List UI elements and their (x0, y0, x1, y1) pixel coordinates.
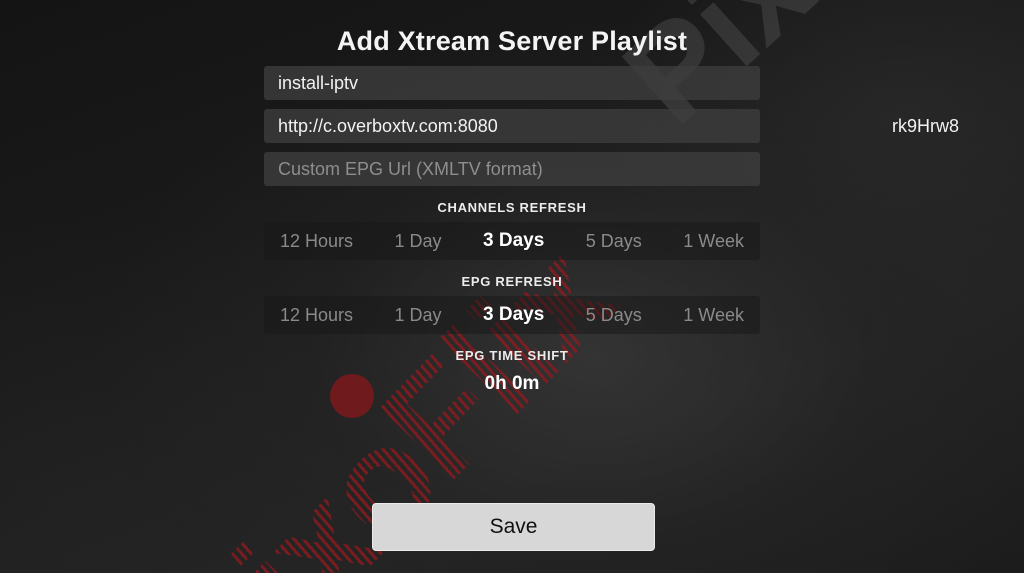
epg-time-shift-value[interactable]: 0h 0m (485, 373, 540, 395)
server-credentials-row: http://c.overboxtv.com:8080 rk9Hrw8 oi6N… (187, 109, 959, 143)
channels-refresh-option-12-hours[interactable]: 12 Hours (274, 229, 359, 254)
channels-refresh-option-3-days[interactable]: 3 Days (477, 228, 550, 254)
epg-refresh-option-3-days[interactable]: 3 Days (477, 302, 550, 328)
epg-refresh-option-5-days[interactable]: 5 Days (580, 303, 648, 328)
channels-refresh-option-1-week[interactable]: 1 Week (677, 229, 750, 254)
save-button-label: Save (489, 515, 538, 538)
add-playlist-form: Add Xtream Server Playlist install-iptv … (0, 0, 1024, 573)
custom-epg-url-input[interactable]: Custom EPG Url (XMLTV format) (264, 152, 760, 186)
epg-refresh-segmented-control: 12 Hours 1 Day 3 Days 5 Days 1 Week (264, 296, 760, 334)
server-url-input[interactable]: http://c.overboxtv.com:8080 (264, 109, 760, 143)
custom-epg-url-row: Custom EPG Url (XMLTV format) (264, 152, 760, 186)
epg-refresh-option-1-week[interactable]: 1 Week (677, 303, 750, 328)
username-input[interactable]: rk9Hrw8 (892, 109, 959, 143)
epg-refresh-option-1-day[interactable]: 1 Day (389, 303, 448, 328)
epg-time-shift-label: EPG TIME SHIFT (455, 348, 569, 363)
page-title: Add Xtream Server Playlist (336, 26, 688, 56)
channels-refresh-label: CHANNELS REFRESH (437, 200, 587, 215)
playlist-name-input[interactable]: install-iptv (264, 66, 760, 100)
playlist-name-row: install-iptv (264, 66, 760, 100)
save-button[interactable]: Save (372, 503, 655, 551)
epg-refresh-option-12-hours[interactable]: 12 Hours (274, 303, 359, 328)
epg-refresh-label: EPG REFRESH (461, 274, 563, 289)
channels-refresh-option-1-day[interactable]: 1 Day (389, 229, 448, 254)
channels-refresh-option-5-days[interactable]: 5 Days (580, 229, 648, 254)
channels-refresh-segmented-control: 12 Hours 1 Day 3 Days 5 Days 1 Week (264, 222, 760, 260)
